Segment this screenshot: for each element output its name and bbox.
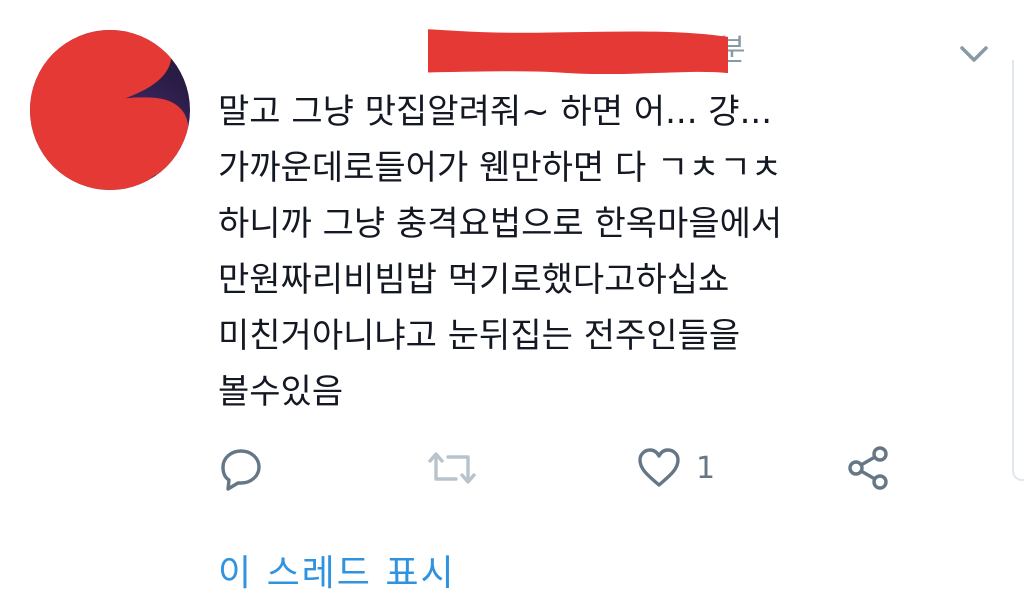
card-edge [1012, 60, 1024, 481]
tweet-actions: 1 [218, 440, 908, 496]
retweet-button[interactable] [424, 440, 480, 496]
tweet-line: 볼수있음 [218, 372, 344, 412]
share-button[interactable] [846, 440, 892, 496]
chevron-down-icon[interactable] [956, 40, 992, 68]
like-count: 1 [696, 450, 716, 486]
redaction-scribble [30, 30, 190, 190]
tweet-line: 하니까 그냥 충격요법으로 한옥마을에서 [218, 204, 783, 244]
share-icon [848, 446, 888, 490]
reply-button[interactable] [218, 440, 264, 496]
show-thread-link[interactable]: 이 스레드 표시 [218, 544, 456, 596]
heart-icon [638, 448, 680, 487]
redaction-scribble [428, 29, 728, 74]
tweet-line: 만원짜리비빔밥 먹기로했다고하십쇼 [218, 260, 730, 300]
retweet-icon [428, 452, 476, 484]
tweet-line: 미친거아니냐고 눈뒤집는 전주인들을 [218, 316, 741, 356]
tweet-line: 말고 그냥 맛집알려줘~ 하면 어... 걍... [218, 92, 773, 132]
tweet-text: 말고 그냥 맛집알려줘~ 하면 어... 걍... 가까운데로들어가 웬만하면 … [218, 84, 978, 420]
tweet-line: 가까운데로들어가 웬만하면 다 ㄱㅊㄱㅊ [218, 148, 783, 188]
reply-icon [221, 449, 261, 491]
like-button[interactable]: 1 [636, 440, 715, 496]
tweet-header: 분 [218, 28, 778, 74]
avatar[interactable] [30, 30, 190, 190]
